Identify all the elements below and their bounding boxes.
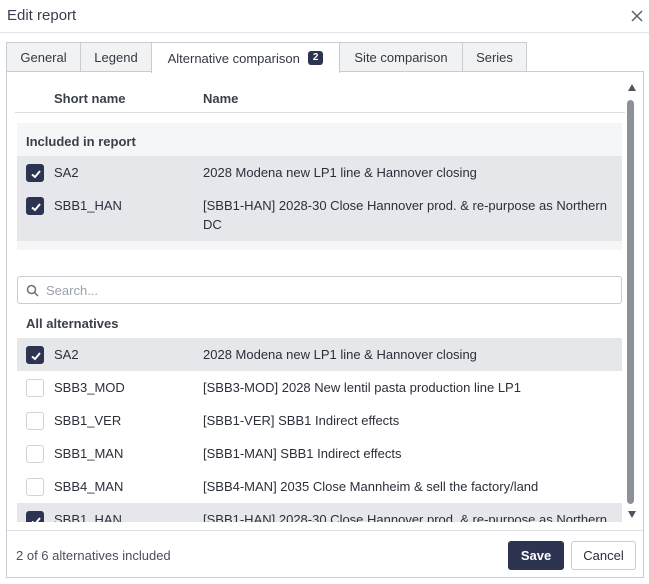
row-short-name: SBB1_MAN xyxy=(54,446,124,461)
row-short-name: SA2 xyxy=(54,165,79,180)
column-short-name: Short name xyxy=(54,91,126,106)
tab-series[interactable]: Series xyxy=(462,42,527,72)
row-short-name: SBB3_MOD xyxy=(54,380,125,395)
checkbox-included-sbb1-han[interactable] xyxy=(26,197,44,215)
save-button[interactable]: Save xyxy=(508,541,564,570)
all-alternatives-label: All alternatives xyxy=(26,316,119,331)
dialog-header: Edit report xyxy=(0,0,649,33)
alternative-row[interactable]: SBB1_HAN [SBB1-HAN] 2028-30 Close Hannov… xyxy=(17,503,622,522)
row-short-name: SBB1_VER xyxy=(54,413,122,428)
row-name: [SBB1-HAN] 2028-30 Close Hannover prod. … xyxy=(203,198,607,232)
scroll-down-arrow-icon[interactable] xyxy=(628,511,636,518)
alternative-comparison-panel: Short name Name Included in report SA2 2… xyxy=(6,71,644,578)
row-name: [SBB3-MOD] 2028 New lentil pasta product… xyxy=(203,380,521,395)
alternative-row[interactable]: SBB1_VER [SBB1-VER] SBB1 Indirect effect… xyxy=(17,404,622,437)
included-row[interactable]: SA2 2028 Modena new LP1 line & Hannover … xyxy=(17,156,622,189)
checkbox-sbb3-mod[interactable] xyxy=(26,379,44,397)
checkbox-sa2[interactable] xyxy=(26,346,44,364)
tab-general[interactable]: General xyxy=(6,42,81,72)
checkbox-included-sa2[interactable] xyxy=(26,164,44,182)
row-short-name: SBB1_HAN xyxy=(54,512,122,522)
alternative-row[interactable]: SBB3_MOD [SBB3-MOD] 2028 New lentil past… xyxy=(17,371,622,404)
tab-count-badge: 2 xyxy=(307,51,324,65)
row-name: 2028 Modena new LP1 line & Hannover clos… xyxy=(203,165,477,180)
row-name: [SBB4-MAN] 2035 Close Mannheim & sell th… xyxy=(203,479,539,494)
checkbox-sbb1-ver[interactable] xyxy=(26,412,44,430)
close-icon[interactable] xyxy=(629,8,645,24)
check-icon xyxy=(31,203,41,212)
dialog-footer: 2 of 6 alternatives included Save Cancel xyxy=(7,530,643,578)
vertical-scrollbar[interactable] xyxy=(626,84,638,522)
search-input[interactable] xyxy=(46,281,611,300)
tab-legend[interactable]: Legend xyxy=(80,42,152,72)
cancel-button[interactable]: Cancel xyxy=(571,541,636,570)
alternative-row[interactable]: SBB1_MAN [SBB1-MAN] SBB1 Indirect effect… xyxy=(17,437,622,470)
column-name: Name xyxy=(203,91,239,106)
tab-site-comparison[interactable]: Site comparison xyxy=(339,42,463,72)
check-icon xyxy=(31,352,41,361)
row-short-name: SBB4_MAN xyxy=(54,479,124,494)
dialog-title: Edit report xyxy=(7,7,77,24)
scrollbar-thumb[interactable] xyxy=(627,100,634,504)
row-name: [SBB1-HAN] 2028-30 Close Hannover prod. … xyxy=(203,512,607,522)
tab-alternative-comparison[interactable]: Alternative comparison 2 xyxy=(151,42,340,73)
check-icon xyxy=(31,517,41,522)
inclusion-status: 2 of 6 alternatives included xyxy=(16,548,171,563)
tab-bar: General Legend Alternative comparison 2 S… xyxy=(6,42,527,73)
scroll-up-arrow-icon[interactable] xyxy=(628,84,636,91)
included-row[interactable]: SBB1_HAN [SBB1-HAN] 2028-30 Close Hannov… xyxy=(17,189,622,241)
check-icon xyxy=(31,170,41,179)
column-header: Short name Name xyxy=(15,72,625,113)
row-short-name: SA2 xyxy=(54,347,79,362)
search-icon xyxy=(26,284,39,302)
search-box xyxy=(17,276,622,304)
row-name: 2028 Modena new LP1 line & Hannover clos… xyxy=(203,347,477,362)
checkbox-sbb1-han[interactable] xyxy=(26,511,44,522)
checkbox-sbb4-man[interactable] xyxy=(26,478,44,496)
edit-report-dialog: Edit report General Legend Alternative c… xyxy=(0,0,649,584)
row-name: [SBB1-MAN] SBB1 Indirect effects xyxy=(203,446,402,461)
row-name: [SBB1-VER] SBB1 Indirect effects xyxy=(203,413,400,428)
alternative-row[interactable]: SA2 2028 Modena new LP1 line & Hannover … xyxy=(17,338,622,371)
alternatives-scroll-area: Short name Name Included in report SA2 2… xyxy=(15,72,625,522)
alternative-row[interactable]: SBB4_MAN [SBB4-MAN] 2035 Close Mannheim … xyxy=(17,470,622,503)
included-label: Included in report xyxy=(26,134,136,149)
row-short-name: SBB1_HAN xyxy=(54,198,122,213)
checkbox-sbb1-man[interactable] xyxy=(26,445,44,463)
